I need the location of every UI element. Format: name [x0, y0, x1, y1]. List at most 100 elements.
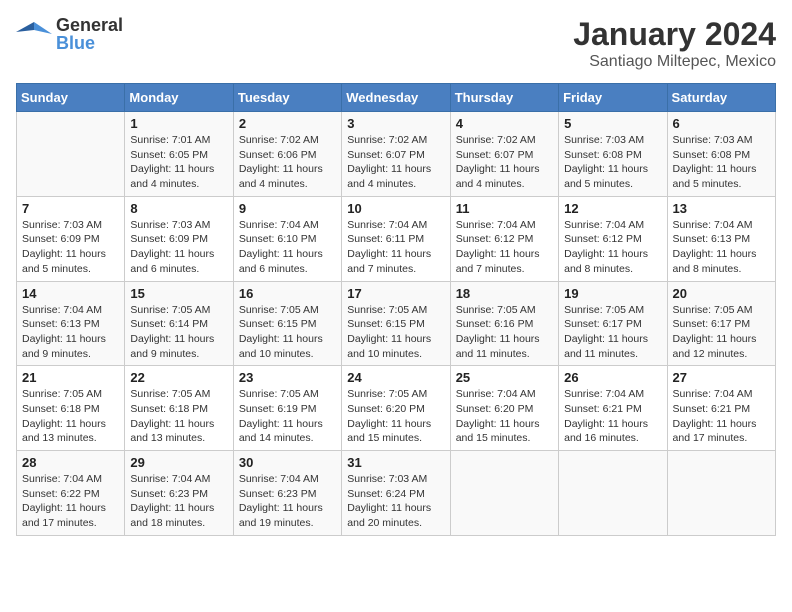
day-number: 10: [347, 201, 444, 216]
day-info: Sunrise: 7:05 AMSunset: 6:17 PMDaylight:…: [673, 304, 757, 360]
day-number: 29: [130, 455, 227, 470]
calendar-cell: 20 Sunrise: 7:05 AMSunset: 6:17 PMDaylig…: [667, 281, 775, 366]
day-info: Sunrise: 7:04 AMSunset: 6:23 PMDaylight:…: [130, 473, 214, 529]
page-header: General Blue January 2024 Santiago Milte…: [16, 16, 776, 71]
calendar-cell: 18 Sunrise: 7:05 AMSunset: 6:16 PMDaylig…: [450, 281, 558, 366]
day-number: 11: [456, 201, 553, 216]
day-number: 26: [564, 370, 661, 385]
day-info: Sunrise: 7:02 AMSunset: 6:07 PMDaylight:…: [347, 134, 431, 190]
day-info: Sunrise: 7:04 AMSunset: 6:10 PMDaylight:…: [239, 219, 323, 275]
calendar-cell: 14 Sunrise: 7:04 AMSunset: 6:13 PMDaylig…: [17, 281, 125, 366]
day-info: Sunrise: 7:05 AMSunset: 6:15 PMDaylight:…: [239, 304, 323, 360]
calendar-cell: 30 Sunrise: 7:04 AMSunset: 6:23 PMDaylig…: [233, 451, 341, 536]
day-number: 24: [347, 370, 444, 385]
calendar-cell: 21 Sunrise: 7:05 AMSunset: 6:18 PMDaylig…: [17, 366, 125, 451]
calendar-cell: 1 Sunrise: 7:01 AMSunset: 6:05 PMDayligh…: [125, 112, 233, 197]
calendar-cell: 8 Sunrise: 7:03 AMSunset: 6:09 PMDayligh…: [125, 196, 233, 281]
logo: General Blue: [16, 16, 123, 52]
day-info: Sunrise: 7:01 AMSunset: 6:05 PMDaylight:…: [130, 134, 214, 190]
day-of-week-header: Saturday: [667, 84, 775, 112]
day-info: Sunrise: 7:04 AMSunset: 6:23 PMDaylight:…: [239, 473, 323, 529]
calendar-cell: 25 Sunrise: 7:04 AMSunset: 6:20 PMDaylig…: [450, 366, 558, 451]
day-number: 30: [239, 455, 336, 470]
calendar-cell: [450, 451, 558, 536]
day-of-week-header: Friday: [559, 84, 667, 112]
day-info: Sunrise: 7:05 AMSunset: 6:16 PMDaylight:…: [456, 304, 540, 360]
calendar-cell: 15 Sunrise: 7:05 AMSunset: 6:14 PMDaylig…: [125, 281, 233, 366]
day-number: 28: [22, 455, 119, 470]
calendar-cell: 13 Sunrise: 7:04 AMSunset: 6:13 PMDaylig…: [667, 196, 775, 281]
calendar-cell: 17 Sunrise: 7:05 AMSunset: 6:15 PMDaylig…: [342, 281, 450, 366]
day-number: 18: [456, 286, 553, 301]
day-info: Sunrise: 7:02 AMSunset: 6:07 PMDaylight:…: [456, 134, 540, 190]
day-info: Sunrise: 7:05 AMSunset: 6:15 PMDaylight:…: [347, 304, 431, 360]
logo-name: General Blue: [56, 16, 123, 52]
calendar-cell: 2 Sunrise: 7:02 AMSunset: 6:06 PMDayligh…: [233, 112, 341, 197]
day-number: 3: [347, 116, 444, 131]
day-info: Sunrise: 7:04 AMSunset: 6:12 PMDaylight:…: [564, 219, 648, 275]
calendar-cell: [559, 451, 667, 536]
day-of-week-header: Thursday: [450, 84, 558, 112]
day-number: 27: [673, 370, 770, 385]
day-info: Sunrise: 7:05 AMSunset: 6:19 PMDaylight:…: [239, 388, 323, 444]
day-of-week-header: Sunday: [17, 84, 125, 112]
calendar-cell: 31 Sunrise: 7:03 AMSunset: 6:24 PMDaylig…: [342, 451, 450, 536]
day-of-week-header: Wednesday: [342, 84, 450, 112]
day-number: 20: [673, 286, 770, 301]
calendar-subtitle: Santiago Miltepec, Mexico: [573, 53, 776, 71]
logo-blue-text: Blue: [56, 34, 123, 52]
day-info: Sunrise: 7:04 AMSunset: 6:21 PMDaylight:…: [564, 388, 648, 444]
calendar-cell: 29 Sunrise: 7:04 AMSunset: 6:23 PMDaylig…: [125, 451, 233, 536]
day-info: Sunrise: 7:02 AMSunset: 6:06 PMDaylight:…: [239, 134, 323, 190]
day-info: Sunrise: 7:03 AMSunset: 6:09 PMDaylight:…: [130, 219, 214, 275]
day-number: 5: [564, 116, 661, 131]
day-of-week-header: Monday: [125, 84, 233, 112]
calendar-cell: 27 Sunrise: 7:04 AMSunset: 6:21 PMDaylig…: [667, 366, 775, 451]
calendar-title: January 2024: [573, 16, 776, 53]
day-number: 23: [239, 370, 336, 385]
day-info: Sunrise: 7:03 AMSunset: 6:08 PMDaylight:…: [673, 134, 757, 190]
calendar-cell: 22 Sunrise: 7:05 AMSunset: 6:18 PMDaylig…: [125, 366, 233, 451]
calendar-cell: 19 Sunrise: 7:05 AMSunset: 6:17 PMDaylig…: [559, 281, 667, 366]
day-number: 14: [22, 286, 119, 301]
calendar-cell: 26 Sunrise: 7:04 AMSunset: 6:21 PMDaylig…: [559, 366, 667, 451]
calendar-cell: 7 Sunrise: 7:03 AMSunset: 6:09 PMDayligh…: [17, 196, 125, 281]
logo-general-text: General: [56, 16, 123, 34]
calendar-cell: 24 Sunrise: 7:05 AMSunset: 6:20 PMDaylig…: [342, 366, 450, 451]
calendar-cell: 6 Sunrise: 7:03 AMSunset: 6:08 PMDayligh…: [667, 112, 775, 197]
calendar-cell: [17, 112, 125, 197]
day-number: 25: [456, 370, 553, 385]
day-number: 31: [347, 455, 444, 470]
day-info: Sunrise: 7:05 AMSunset: 6:17 PMDaylight:…: [564, 304, 648, 360]
calendar-cell: 10 Sunrise: 7:04 AMSunset: 6:11 PMDaylig…: [342, 196, 450, 281]
day-info: Sunrise: 7:05 AMSunset: 6:14 PMDaylight:…: [130, 304, 214, 360]
day-info: Sunrise: 7:05 AMSunset: 6:18 PMDaylight:…: [130, 388, 214, 444]
day-info: Sunrise: 7:04 AMSunset: 6:20 PMDaylight:…: [456, 388, 540, 444]
day-info: Sunrise: 7:04 AMSunset: 6:21 PMDaylight:…: [673, 388, 757, 444]
calendar-cell: 9 Sunrise: 7:04 AMSunset: 6:10 PMDayligh…: [233, 196, 341, 281]
day-info: Sunrise: 7:03 AMSunset: 6:09 PMDaylight:…: [22, 219, 106, 275]
day-number: 12: [564, 201, 661, 216]
day-info: Sunrise: 7:05 AMSunset: 6:20 PMDaylight:…: [347, 388, 431, 444]
day-info: Sunrise: 7:03 AMSunset: 6:08 PMDaylight:…: [564, 134, 648, 190]
day-info: Sunrise: 7:04 AMSunset: 6:12 PMDaylight:…: [456, 219, 540, 275]
day-number: 21: [22, 370, 119, 385]
day-number: 2: [239, 116, 336, 131]
day-info: Sunrise: 7:04 AMSunset: 6:13 PMDaylight:…: [22, 304, 106, 360]
day-number: 7: [22, 201, 119, 216]
calendar-table: SundayMondayTuesdayWednesdayThursdayFrid…: [16, 83, 776, 536]
logo-bird-icon: [16, 16, 52, 52]
day-number: 4: [456, 116, 553, 131]
calendar-cell: 12 Sunrise: 7:04 AMSunset: 6:12 PMDaylig…: [559, 196, 667, 281]
calendar-cell: 11 Sunrise: 7:04 AMSunset: 6:12 PMDaylig…: [450, 196, 558, 281]
day-number: 8: [130, 201, 227, 216]
calendar-cell: 3 Sunrise: 7:02 AMSunset: 6:07 PMDayligh…: [342, 112, 450, 197]
day-number: 16: [239, 286, 336, 301]
calendar-cell: [667, 451, 775, 536]
day-of-week-header: Tuesday: [233, 84, 341, 112]
title-block: January 2024 Santiago Miltepec, Mexico: [573, 16, 776, 71]
day-info: Sunrise: 7:05 AMSunset: 6:18 PMDaylight:…: [22, 388, 106, 444]
day-info: Sunrise: 7:04 AMSunset: 6:22 PMDaylight:…: [22, 473, 106, 529]
day-info: Sunrise: 7:04 AMSunset: 6:13 PMDaylight:…: [673, 219, 757, 275]
day-number: 22: [130, 370, 227, 385]
